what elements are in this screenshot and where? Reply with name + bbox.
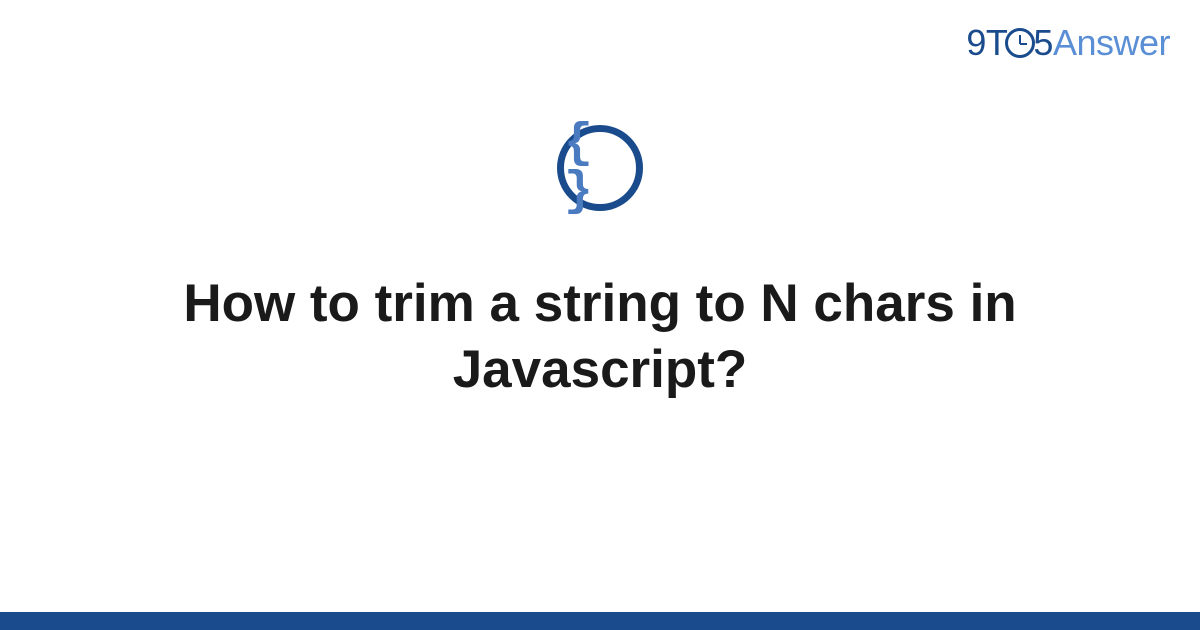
question-title: How to trim a string to N chars in Javas… [75,271,1125,404]
logo-text-9t: 9T [966,22,1007,63]
main-content: { } How to trim a string to N chars in J… [0,125,1200,404]
logo-text-5: 5 [1033,22,1053,63]
clock-icon [1005,28,1035,58]
site-logo: 9T 5Answer [966,22,1170,64]
logo-text-answer: Answer [1053,22,1170,63]
footer-accent-bar [0,612,1200,630]
code-braces-icon: { } [564,120,636,216]
category-icon-circle: { } [557,125,643,211]
